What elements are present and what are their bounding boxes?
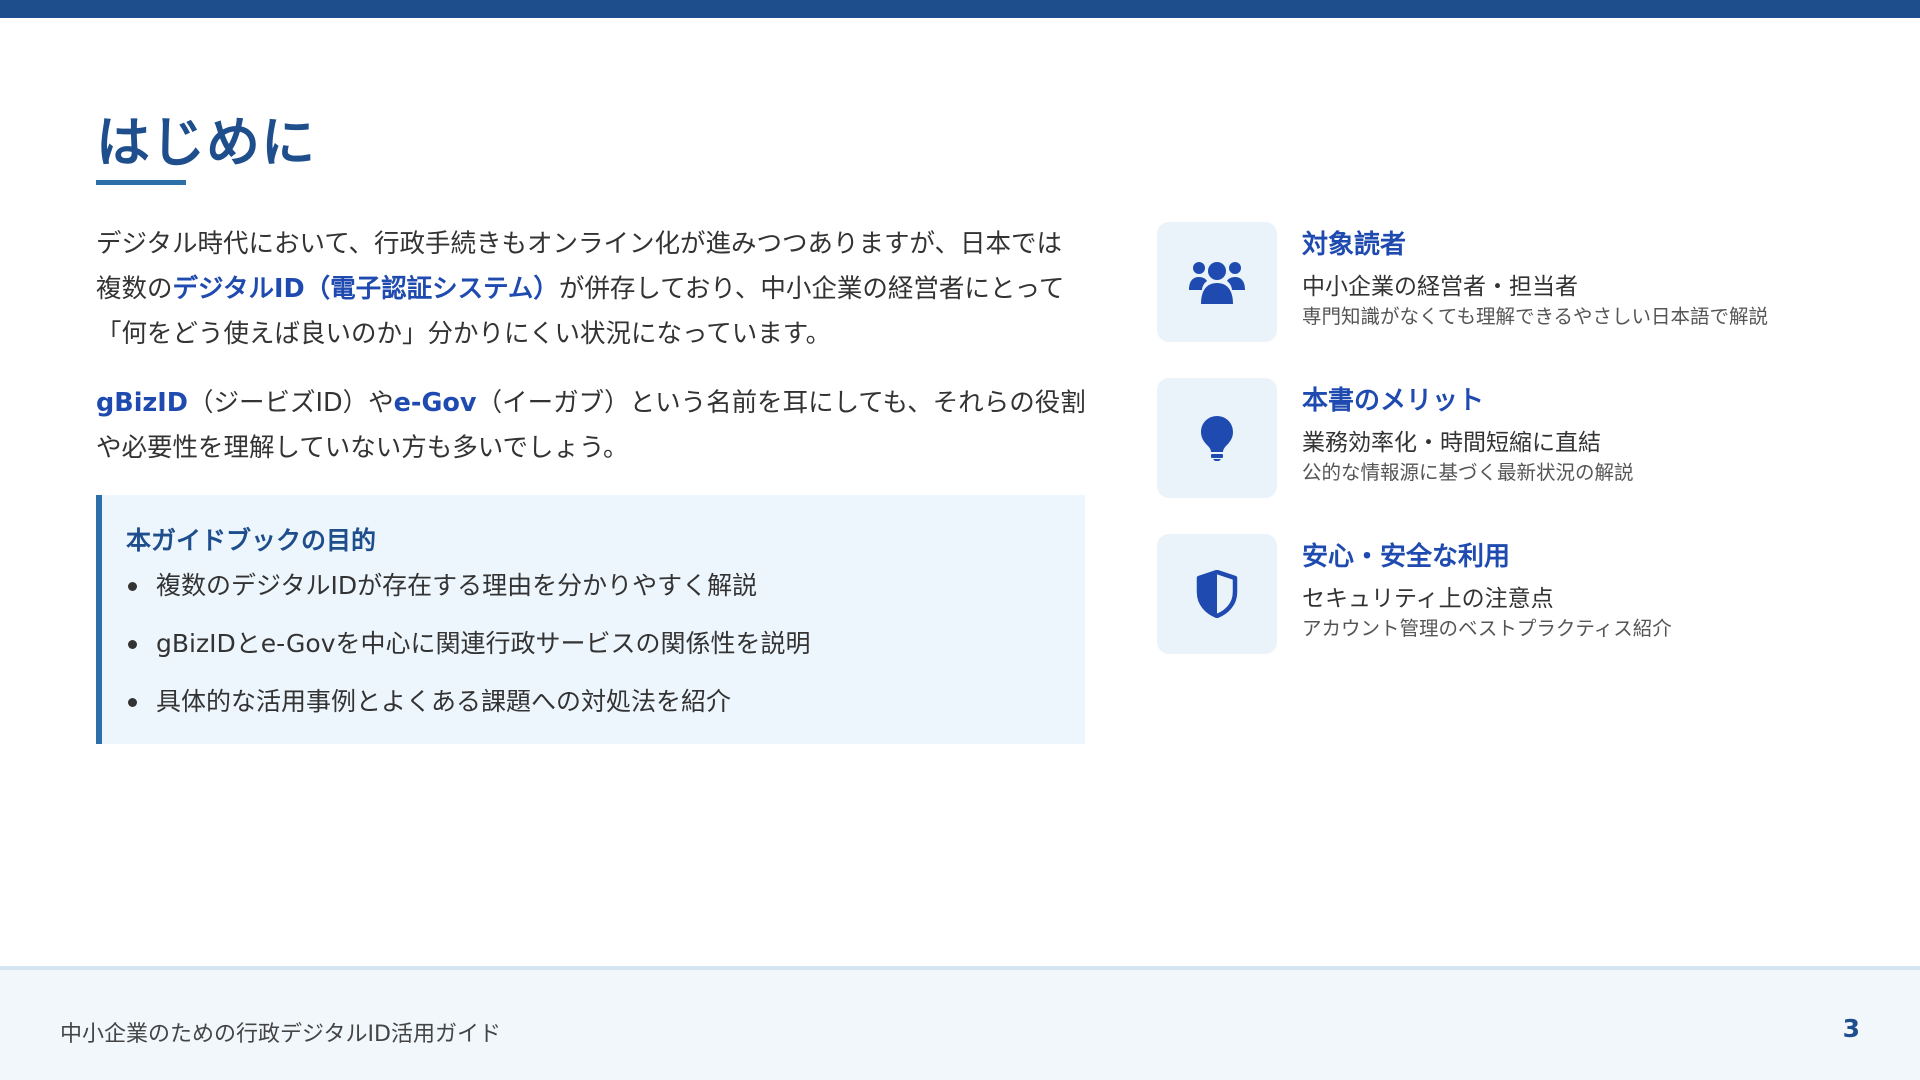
card-target-readers: 対象読者 中小企業の経営者・担当者 専門知識がなくても理解できるやさしい日本語で…	[1157, 222, 1877, 378]
egov-highlight: e-Gov	[393, 388, 477, 418]
card-benefits: 本書のメリット 業務効率化・時間短縮に直結 公的な情報源に基づく最新状況の解説	[1157, 378, 1877, 534]
card-title: 安心・安全な利用	[1302, 542, 1511, 572]
footer-title: 中小企業のための行政デジタルID活用ガイド	[60, 1022, 501, 1047]
purpose-item: 具体的な活用事例とよくある課題への対処法を紹介	[126, 685, 1065, 718]
card-text: 本書のメリット 業務効率化・時間短縮に直結 公的な情報源に基づく最新状況の解説	[1302, 384, 1862, 486]
page-number: 3	[1842, 1014, 1860, 1043]
card-text: 安心・安全な利用 セキュリティ上の注意点 アカウント管理のベストプラクティス紹介	[1302, 540, 1862, 642]
page-title: はじめに	[96, 111, 316, 174]
card-sub: 専門知識がなくても理解できるやさしい日本語で解説	[1302, 305, 1769, 328]
purpose-title: 本ガイドブックの目的	[126, 526, 377, 555]
card-title: 対象読者	[1302, 230, 1407, 260]
card-main: 業務効率化・時間短縮に直結	[1302, 430, 1601, 456]
purpose-list: 複数のデジタルIDが存在する理由を分かりやすく解説 gBizIDとe-Govを中…	[126, 569, 1065, 718]
purpose-box: 本ガイドブックの目的 複数のデジタルIDが存在する理由を分かりやすく解説 gBi…	[96, 495, 1085, 744]
digital-id-highlight: デジタルID（電子認証システム）	[172, 274, 559, 304]
intro-paragraph-2: gBizID（ジービズID）やe-Gov（イーガブ）という名前を耳にしても、それ…	[96, 381, 1086, 471]
card-sub: 公的な情報源に基づく最新状況の解説	[1302, 461, 1634, 484]
card-main: セキュリティ上の注意点	[1302, 586, 1554, 612]
card-text: 対象読者 中小企業の経営者・担当者 専門知識がなくても理解できるやさしい日本語で…	[1302, 228, 1862, 330]
slide: はじめに デジタル時代において、行政手続きもオンライン化が進みつつありますが、日…	[0, 0, 1920, 1080]
card-sub: アカウント管理のベストプラクティス紹介	[1302, 617, 1672, 640]
gbizid-highlight: gBizID	[96, 388, 188, 418]
card-title: 本書のメリット	[1302, 386, 1485, 416]
lightbulb-icon	[1157, 378, 1277, 498]
card-main: 中小企業の経営者・担当者	[1302, 274, 1578, 300]
users-icon	[1157, 222, 1277, 342]
footer: 中小企業のための行政デジタルID活用ガイド 3	[0, 966, 1920, 1080]
shield-icon	[1157, 534, 1277, 654]
card-security: 安心・安全な利用 セキュリティ上の注意点 アカウント管理のベストプラクティス紹介	[1157, 534, 1877, 690]
title-underline	[96, 180, 186, 185]
intro-text: （ジービズID）や	[187, 388, 394, 418]
purpose-item: gBizIDとe-Govを中心に関連行政サービスの関係性を説明	[126, 627, 1065, 660]
purpose-item: 複数のデジタルIDが存在する理由を分かりやすく解説	[126, 569, 1065, 602]
intro-paragraph-1: デジタル時代において、行政手続きもオンライン化が進みつつありますが、日本では複数…	[96, 222, 1086, 357]
top-accent-bar	[0, 0, 1920, 18]
intro-section: デジタル時代において、行政手続きもオンライン化が進みつつありますが、日本では複数…	[96, 222, 1086, 744]
feature-cards: 対象読者 中小企業の経営者・担当者 専門知識がなくても理解できるやさしい日本語で…	[1157, 222, 1877, 690]
